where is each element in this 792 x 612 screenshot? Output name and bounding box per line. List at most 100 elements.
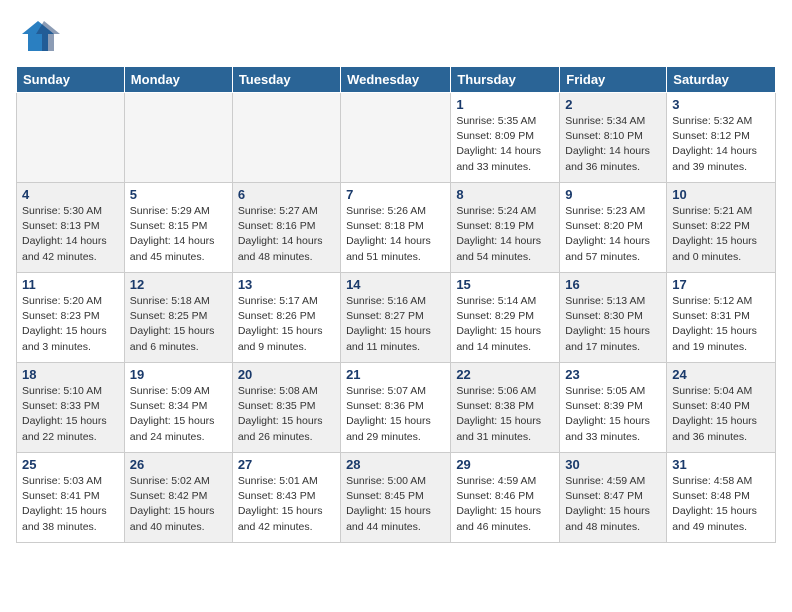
day-info: Sunrise: 4:59 AM Sunset: 8:46 PM Dayligh… — [456, 474, 554, 535]
calendar-week-row: 18 Sunrise: 5:10 AM Sunset: 8:33 PM Dayli… — [17, 363, 776, 453]
day-number: 27 — [238, 457, 335, 472]
day-number: 11 — [22, 277, 119, 292]
day-info: Sunrise: 5:21 AM Sunset: 8:22 PM Dayligh… — [672, 204, 770, 265]
calendar-day-cell: 13 Sunrise: 5:17 AM Sunset: 8:26 PM Dayli… — [232, 273, 340, 363]
calendar-day-cell: 15 Sunrise: 5:14 AM Sunset: 8:29 PM Dayli… — [451, 273, 560, 363]
calendar-day-cell: 31 Sunrise: 4:58 AM Sunset: 8:48 PM Dayli… — [667, 453, 776, 543]
day-number: 13 — [238, 277, 335, 292]
weekday-header-monday: Monday — [124, 67, 232, 93]
day-number: 25 — [22, 457, 119, 472]
calendar-day-cell: 20 Sunrise: 5:08 AM Sunset: 8:35 PM Dayli… — [232, 363, 340, 453]
day-number: 1 — [456, 97, 554, 112]
calendar-week-row: 11 Sunrise: 5:20 AM Sunset: 8:23 PM Dayli… — [17, 273, 776, 363]
calendar-day-cell: 30 Sunrise: 4:59 AM Sunset: 8:47 PM Dayli… — [560, 453, 667, 543]
calendar-day-cell: 6 Sunrise: 5:27 AM Sunset: 8:16 PM Daylig… — [232, 183, 340, 273]
day-info: Sunrise: 5:16 AM Sunset: 8:27 PM Dayligh… — [346, 294, 445, 355]
day-info: Sunrise: 5:17 AM Sunset: 8:26 PM Dayligh… — [238, 294, 335, 355]
day-number: 5 — [130, 187, 227, 202]
day-info: Sunrise: 5:26 AM Sunset: 8:18 PM Dayligh… — [346, 204, 445, 265]
day-number: 17 — [672, 277, 770, 292]
day-info: Sunrise: 5:14 AM Sunset: 8:29 PM Dayligh… — [456, 294, 554, 355]
day-number: 22 — [456, 367, 554, 382]
weekday-header-wednesday: Wednesday — [341, 67, 451, 93]
day-info: Sunrise: 5:03 AM Sunset: 8:41 PM Dayligh… — [22, 474, 119, 535]
day-info: Sunrise: 5:23 AM Sunset: 8:20 PM Dayligh… — [565, 204, 661, 265]
calendar-day-cell: 19Sunrise: 5:09 AM Sunset: 8:34 PM Dayli… — [124, 363, 232, 453]
day-info: Sunrise: 4:59 AM Sunset: 8:47 PM Dayligh… — [565, 474, 661, 535]
day-info: Sunrise: 4:58 AM Sunset: 8:48 PM Dayligh… — [672, 474, 770, 535]
day-number: 24 — [672, 367, 770, 382]
day-number: 8 — [456, 187, 554, 202]
calendar-day-cell — [232, 93, 340, 183]
day-number: 2 — [565, 97, 661, 112]
day-number: 29 — [456, 457, 554, 472]
day-number: 31 — [672, 457, 770, 472]
day-info: Sunrise: 5:34 AM Sunset: 8:10 PM Dayligh… — [565, 114, 661, 175]
calendar-week-row: 25 Sunrise: 5:03 AM Sunset: 8:41 PM Dayli… — [17, 453, 776, 543]
day-number: 15 — [456, 277, 554, 292]
day-info: Sunrise: 5:13 AM Sunset: 8:30 PM Dayligh… — [565, 294, 661, 355]
day-info: Sunrise: 5:04 AM Sunset: 8:40 PM Dayligh… — [672, 384, 770, 445]
calendar-table: SundayMondayTuesdayWednesdayThursdayFrid… — [16, 66, 776, 543]
calendar-day-cell: 4 Sunrise: 5:30 AM Sunset: 8:13 PM Daylig… — [17, 183, 125, 273]
day-info: Sunrise: 5:00 AM Sunset: 8:45 PM Dayligh… — [346, 474, 445, 535]
calendar-day-cell: 23 Sunrise: 5:05 AM Sunset: 8:39 PM Dayli… — [560, 363, 667, 453]
day-number: 9 — [565, 187, 661, 202]
day-number: 20 — [238, 367, 335, 382]
calendar-day-cell: 28Sunrise: 5:00 AM Sunset: 8:45 PM Dayli… — [341, 453, 451, 543]
day-number: 26 — [130, 457, 227, 472]
calendar-week-row: 4 Sunrise: 5:30 AM Sunset: 8:13 PM Daylig… — [17, 183, 776, 273]
day-info: Sunrise: 5:20 AM Sunset: 8:23 PM Dayligh… — [22, 294, 119, 355]
calendar-day-cell: 1 Sunrise: 5:35 AM Sunset: 8:09 PM Daylig… — [451, 93, 560, 183]
calendar-header-row: SundayMondayTuesdayWednesdayThursdayFrid… — [17, 67, 776, 93]
day-info: Sunrise: 5:01 AM Sunset: 8:43 PM Dayligh… — [238, 474, 335, 535]
day-info: Sunrise: 5:32 AM Sunset: 8:12 PM Dayligh… — [672, 114, 770, 175]
day-number: 30 — [565, 457, 661, 472]
calendar-day-cell: 24 Sunrise: 5:04 AM Sunset: 8:40 PM Dayli… — [667, 363, 776, 453]
day-info: Sunrise: 5:08 AM Sunset: 8:35 PM Dayligh… — [238, 384, 335, 445]
day-number: 4 — [22, 187, 119, 202]
calendar-day-cell: 16Sunrise: 5:13 AM Sunset: 8:30 PM Dayli… — [560, 273, 667, 363]
day-number: 14 — [346, 277, 445, 292]
weekday-header-saturday: Saturday — [667, 67, 776, 93]
day-info: Sunrise: 5:35 AM Sunset: 8:09 PM Dayligh… — [456, 114, 554, 175]
day-info: Sunrise: 5:10 AM Sunset: 8:33 PM Dayligh… — [22, 384, 119, 445]
calendar-day-cell: 9 Sunrise: 5:23 AM Sunset: 8:20 PM Daylig… — [560, 183, 667, 273]
calendar-day-cell — [124, 93, 232, 183]
weekday-header-sunday: Sunday — [17, 67, 125, 93]
day-info: Sunrise: 5:07 AM Sunset: 8:36 PM Dayligh… — [346, 384, 445, 445]
day-number: 19 — [130, 367, 227, 382]
calendar-day-cell: 2 Sunrise: 5:34 AM Sunset: 8:10 PM Daylig… — [560, 93, 667, 183]
day-number: 23 — [565, 367, 661, 382]
logo-icon — [16, 16, 61, 56]
day-number: 7 — [346, 187, 445, 202]
day-number: 10 — [672, 187, 770, 202]
calendar-day-cell: 11 Sunrise: 5:20 AM Sunset: 8:23 PM Dayli… — [17, 273, 125, 363]
day-info: Sunrise: 5:12 AM Sunset: 8:31 PM Dayligh… — [672, 294, 770, 355]
calendar-day-cell: 10 Sunrise: 5:21 AM Sunset: 8:22 PM Dayli… — [667, 183, 776, 273]
weekday-header-tuesday: Tuesday — [232, 67, 340, 93]
day-info: Sunrise: 5:30 AM Sunset: 8:13 PM Dayligh… — [22, 204, 119, 265]
calendar-day-cell: 27 Sunrise: 5:01 AM Sunset: 8:43 PM Dayli… — [232, 453, 340, 543]
day-info: Sunrise: 5:29 AM Sunset: 8:15 PM Dayligh… — [130, 204, 227, 265]
day-info: Sunrise: 5:06 AM Sunset: 8:38 PM Dayligh… — [456, 384, 554, 445]
weekday-header-thursday: Thursday — [451, 67, 560, 93]
logo — [16, 16, 63, 56]
calendar-day-cell — [341, 93, 451, 183]
calendar-day-cell: 8Sunrise: 5:24 AM Sunset: 8:19 PM Daylig… — [451, 183, 560, 273]
calendar-day-cell: 18 Sunrise: 5:10 AM Sunset: 8:33 PM Dayli… — [17, 363, 125, 453]
calendar-day-cell — [17, 93, 125, 183]
day-number: 18 — [22, 367, 119, 382]
calendar-day-cell: 22 Sunrise: 5:06 AM Sunset: 8:38 PM Dayli… — [451, 363, 560, 453]
day-number: 3 — [672, 97, 770, 112]
day-info: Sunrise: 5:27 AM Sunset: 8:16 PM Dayligh… — [238, 204, 335, 265]
calendar-week-row: 1 Sunrise: 5:35 AM Sunset: 8:09 PM Daylig… — [17, 93, 776, 183]
day-info: Sunrise: 5:05 AM Sunset: 8:39 PM Dayligh… — [565, 384, 661, 445]
day-info: Sunrise: 5:02 AM Sunset: 8:42 PM Dayligh… — [130, 474, 227, 535]
calendar-day-cell: 29 Sunrise: 4:59 AM Sunset: 8:46 PM Dayli… — [451, 453, 560, 543]
day-number: 21 — [346, 367, 445, 382]
calendar-day-cell: 17 Sunrise: 5:12 AM Sunset: 8:31 PM Dayli… — [667, 273, 776, 363]
day-number: 6 — [238, 187, 335, 202]
weekday-header-friday: Friday — [560, 67, 667, 93]
day-number: 12 — [130, 277, 227, 292]
